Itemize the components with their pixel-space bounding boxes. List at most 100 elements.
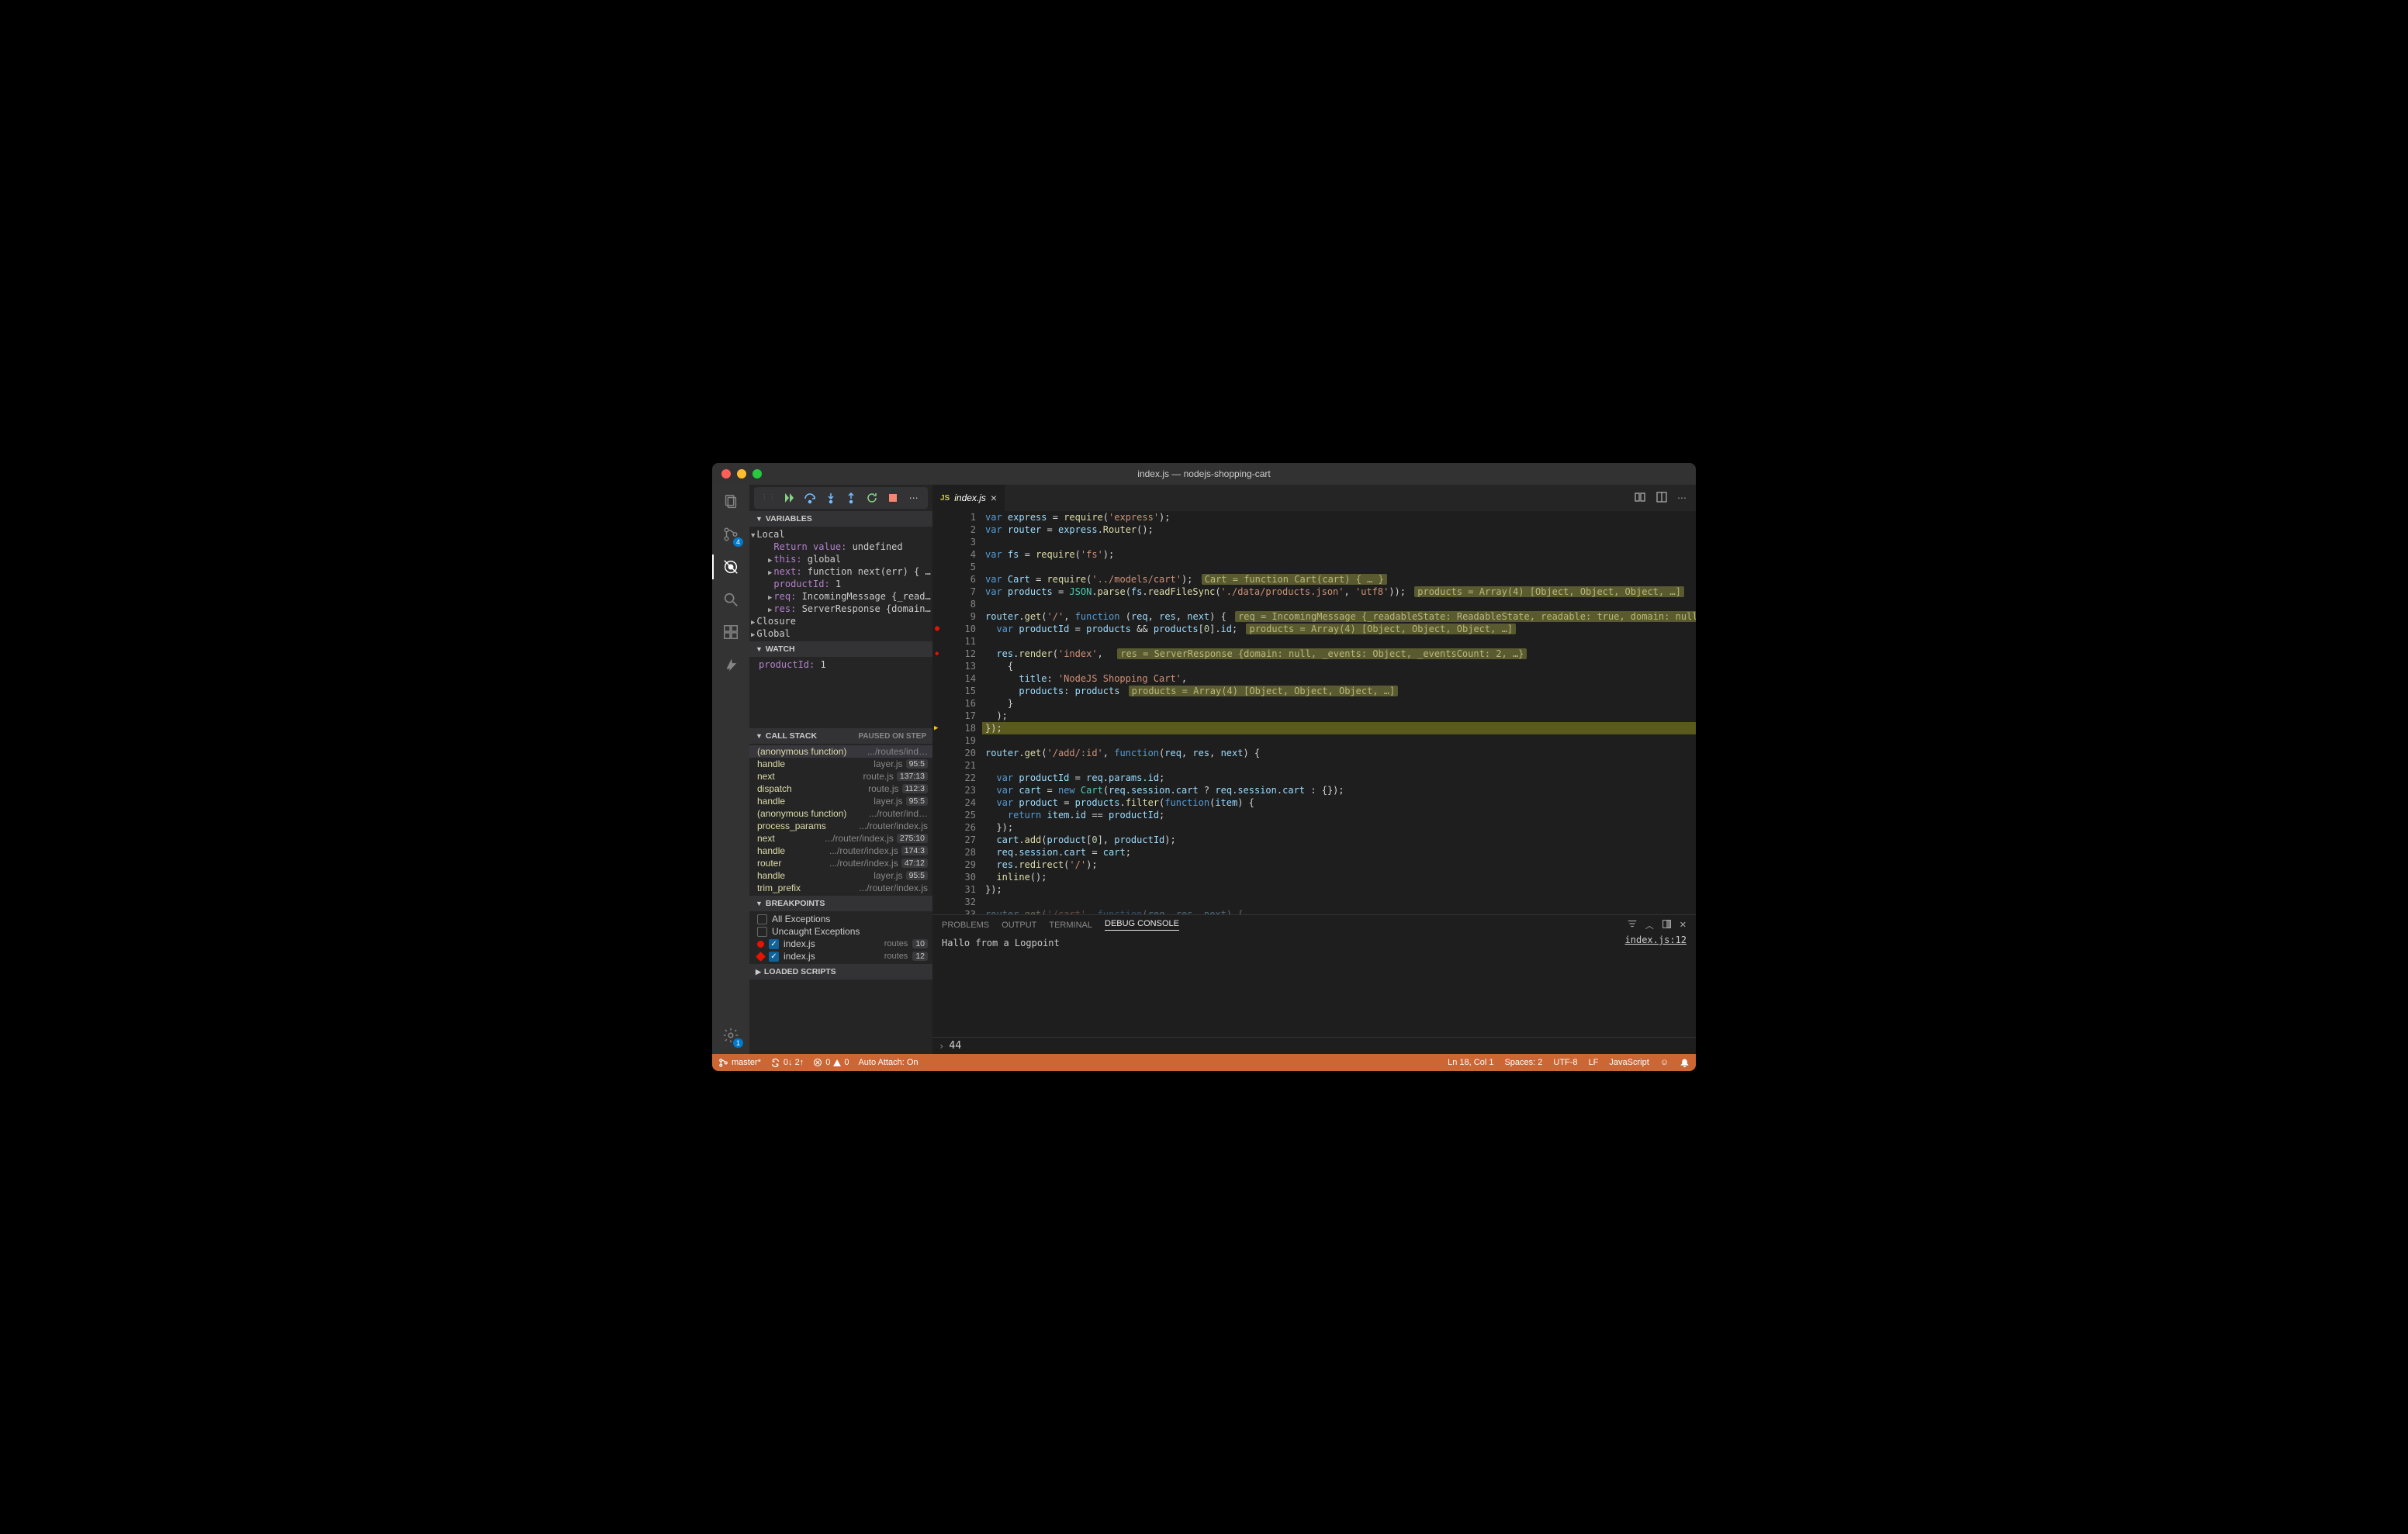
panel-tab[interactable]: Terminal — [1049, 921, 1092, 930]
search-icon[interactable] — [720, 589, 742, 610]
more-icon[interactable]: ⋯ — [906, 490, 922, 506]
tab-label: index.js — [954, 492, 986, 503]
breakpoint-row[interactable]: ✓index.jsroutes10 — [749, 938, 932, 950]
callstack-frame[interactable]: next.../router/index.js275:10 — [749, 832, 932, 845]
variable-row[interactable]: ▶Return value: undefined — [749, 541, 932, 553]
extensions-icon[interactable] — [720, 621, 742, 643]
restart-icon[interactable] — [864, 490, 880, 506]
titlebar: index.js — nodejs-shopping-cart — [712, 463, 1696, 485]
callstack-frame[interactable]: handlelayer.js95:5 — [749, 869, 932, 882]
callstack-frame[interactable]: handlelayer.js95:5 — [749, 758, 932, 770]
stop-icon[interactable] — [885, 490, 901, 506]
step-over-icon[interactable] — [802, 490, 818, 506]
bell-icon[interactable] — [1680, 1058, 1690, 1068]
variable-row[interactable]: ▶this: global — [749, 553, 932, 565]
step-out-icon[interactable] — [843, 490, 859, 506]
encoding-status[interactable]: UTF-8 — [1553, 1058, 1577, 1067]
explorer-icon[interactable] — [720, 491, 742, 513]
continue-icon[interactable] — [781, 490, 797, 506]
breakpoints-body: All Exceptions Uncaught Exceptions ✓inde… — [749, 911, 932, 964]
callstack-frame[interactable]: handlelayer.js95:5 — [749, 795, 932, 807]
filter-icon[interactable] — [1627, 918, 1638, 931]
callstack-frame[interactable]: handle.../router/index.js174:3 — [749, 845, 932, 857]
breakpoints-header[interactable]: ▼Breakpoints — [749, 896, 932, 911]
drag-handle-icon[interactable]: ⋮⋮ — [760, 496, 776, 500]
checkbox-icon[interactable] — [757, 927, 767, 937]
scm-badge: 4 — [733, 537, 743, 547]
close-window-icon[interactable] — [721, 469, 731, 479]
checkbox-icon[interactable] — [757, 914, 767, 924]
variables-body: ▼Local ▶Return value: undefined▶this: gl… — [749, 527, 932, 641]
callstack-frame[interactable]: trim_prefix.../router/index.js — [749, 882, 932, 894]
callstack-frame[interactable]: router.../router/index.js47:12 — [749, 857, 932, 869]
indent-status[interactable]: Spaces: 2 — [1504, 1058, 1542, 1067]
loaded-scripts-header[interactable]: ▶Loaded Scripts — [749, 964, 932, 979]
breakpoint-row[interactable]: ✓index.jsroutes12 — [749, 950, 932, 962]
tab-index-js[interactable]: JS index.js × — [932, 485, 1005, 511]
scope-global[interactable]: ▶Global — [749, 627, 932, 640]
chevron-up-icon[interactable]: ︿ — [1645, 919, 1654, 931]
code-editor[interactable]: 1234567891011121314151617181920212223242… — [932, 511, 1696, 914]
compare-icon[interactable] — [1634, 491, 1646, 506]
console-message: Hallo from a Logpoint — [942, 938, 1060, 948]
problems-status[interactable]: 0 0 — [813, 1058, 849, 1067]
variables-header[interactable]: ▼Variables — [749, 511, 932, 527]
checkbox-icon[interactable]: ✓ — [769, 952, 779, 962]
close-tab-icon[interactable]: × — [991, 492, 997, 504]
tab-bar: JS index.js × ⋯ — [932, 485, 1696, 511]
variable-row[interactable]: ▶next: function next(err) { … } — [749, 565, 932, 578]
settings-badge: 1 — [733, 1038, 743, 1048]
maximize-panel-icon[interactable] — [1662, 919, 1672, 931]
bottom-panel: ProblemsOutputTerminalDebug Console ︿ ✕ … — [932, 914, 1696, 1054]
panel-tab[interactable]: Output — [1002, 921, 1036, 930]
feedback-icon[interactable]: ☺ — [1660, 1058, 1669, 1067]
callstack-frame[interactable]: dispatchroute.js112:3 — [749, 783, 932, 795]
auto-attach[interactable]: Auto Attach: On — [858, 1058, 918, 1067]
variable-row[interactable]: ▶req: IncomingMessage {_readableSt… — [749, 590, 932, 603]
breakpoint-icon — [756, 952, 766, 962]
breakpoint-icon — [757, 941, 764, 948]
scm-icon[interactable]: 4 — [720, 523, 742, 545]
eol-status[interactable]: LF — [1589, 1058, 1599, 1067]
checkbox-icon[interactable]: ✓ — [769, 939, 779, 949]
window-title: index.js — nodejs-shopping-cart — [712, 468, 1696, 479]
repl-input[interactable] — [949, 1040, 1690, 1052]
split-editor-icon[interactable] — [1656, 491, 1668, 506]
sync-status[interactable]: 0↓ 2↑ — [770, 1058, 804, 1068]
panel-tab[interactable]: Debug Console — [1105, 919, 1179, 931]
callstack-frame[interactable]: nextroute.js137:13 — [749, 770, 932, 783]
console-source-link[interactable]: index.js:12 — [1625, 935, 1687, 945]
settings-icon[interactable]: 1 — [720, 1024, 742, 1046]
maximize-window-icon[interactable] — [752, 469, 762, 479]
step-into-icon[interactable] — [823, 490, 839, 506]
js-file-icon: JS — [940, 494, 950, 503]
callstack-frame[interactable]: process_params.../router/index.js — [749, 820, 932, 832]
debug-repl[interactable]: › — [932, 1037, 1696, 1054]
debug-sidebar: ⋮⋮ ⋯ ▼Variables ▼Local ▶Return value: un… — [749, 485, 932, 1054]
bp-uncaught-exceptions[interactable]: Uncaught Exceptions — [749, 925, 932, 938]
panel-tab[interactable]: Problems — [942, 921, 989, 930]
chevron-right-icon: › — [939, 1041, 944, 1052]
variable-row[interactable]: ▶res: ServerResponse {domain: null… — [749, 603, 932, 615]
debug-icon[interactable] — [720, 556, 742, 578]
scope-local[interactable]: ▼Local — [749, 528, 932, 541]
callstack-frame[interactable]: (anonymous function).../router/ind… — [749, 807, 932, 820]
scope-closure[interactable]: ▶Closure — [749, 615, 932, 627]
variable-row[interactable]: ▶productId: 1 — [749, 578, 932, 590]
callstack-frame[interactable]: (anonymous function).../routes/ind… — [749, 745, 932, 758]
more-actions-icon[interactable]: ⋯ — [1677, 492, 1687, 503]
cursor-position[interactable]: Ln 18, Col 1 — [1448, 1058, 1493, 1067]
bp-all-exceptions[interactable]: All Exceptions — [749, 913, 932, 925]
watch-header[interactable]: ▼Watch — [749, 641, 932, 657]
editor-group: JS index.js × ⋯ 123456789101112131415161… — [932, 485, 1696, 1054]
watch-row[interactable]: productId: 1 — [749, 658, 932, 671]
close-panel-icon[interactable]: ✕ — [1680, 920, 1687, 930]
git-branch[interactable]: master* — [718, 1058, 761, 1068]
callstack-header[interactable]: ▼Call StackPaused on step — [749, 728, 932, 744]
minimize-window-icon[interactable] — [737, 469, 746, 479]
warning-icon — [833, 1059, 841, 1066]
azure-icon[interactable] — [720, 654, 742, 675]
debug-console-output: Hallo from a Logpoint index.js:12 — [932, 935, 1696, 1037]
language-status[interactable]: JavaScript — [1609, 1058, 1649, 1067]
paused-status: Paused on step — [858, 732, 926, 741]
